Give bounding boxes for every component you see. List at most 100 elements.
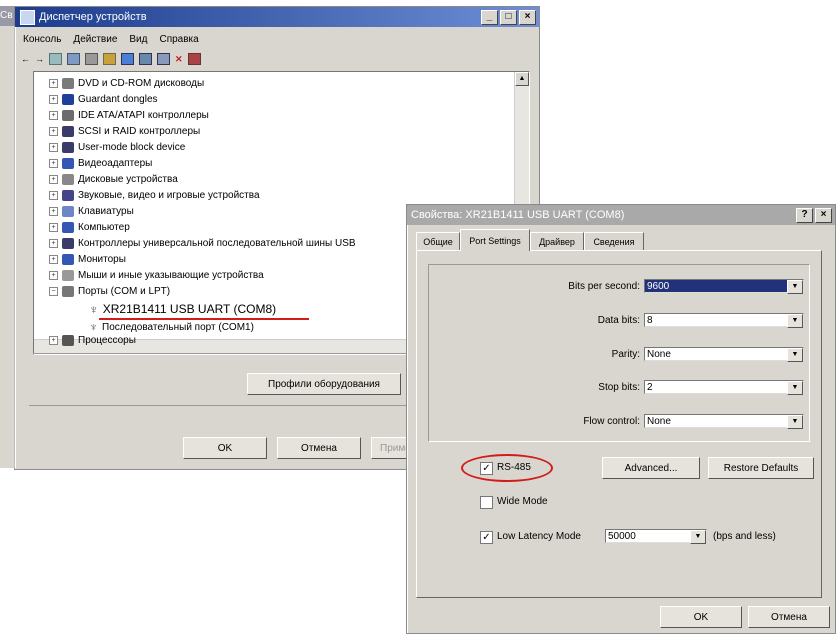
refresh-icon[interactable] <box>121 53 134 65</box>
tree-item[interactable]: + Звуковые, видео и игровые устройства <box>49 187 260 203</box>
expand-icon[interactable]: + <box>49 335 58 345</box>
expand-icon[interactable]: + <box>49 110 58 120</box>
help-icon[interactable] <box>103 53 116 65</box>
tree-item-label: Дисковые устройства <box>78 173 178 185</box>
menu-help[interactable]: Справка <box>159 34 198 45</box>
chevron-down-icon[interactable]: ▼ <box>787 415 803 429</box>
tree-item-processors[interactable]: + Процессоры <box>49 334 136 346</box>
device-manager-titlebar[interactable]: Диспетчер устройств _ □ × <box>15 7 539 27</box>
tab-driver[interactable]: Драйвер <box>530 232 584 251</box>
tab-general[interactable]: Общие <box>416 232 460 251</box>
back-arrow-icon[interactable]: ← <box>21 54 30 64</box>
tree-item[interactable]: + User-mode block device <box>49 139 185 155</box>
properties-cancel-button[interactable]: Отмена <box>748 606 830 628</box>
parity-label: Parity: <box>611 349 640 360</box>
chevron-down-icon[interactable]: ▼ <box>787 348 803 362</box>
ok-button[interactable]: OK <box>183 437 267 459</box>
help-button[interactable]: ? <box>796 207 813 223</box>
device-category-icon <box>62 189 74 201</box>
expand-icon[interactable]: + <box>49 238 58 248</box>
expand-icon[interactable]: + <box>49 142 58 152</box>
low-latency-checkbox[interactable]: ✓ <box>480 531 493 544</box>
background-window-title: Св <box>0 10 13 21</box>
expand-icon[interactable]: + <box>49 158 58 168</box>
low-latency-value: 50000 <box>608 531 636 542</box>
hardware-profiles-button[interactable]: Профили оборудования <box>247 373 401 395</box>
view-icon[interactable] <box>49 53 62 65</box>
update-driver-icon[interactable] <box>157 53 170 65</box>
expand-icon[interactable]: + <box>49 174 58 184</box>
tree-item[interactable]: + SCSI и RAID контроллеры <box>49 123 200 139</box>
wide-mode-checkbox[interactable] <box>480 496 493 509</box>
tree-item[interactable]: + DVD и CD-ROM дисководы <box>49 75 204 91</box>
device-manager-title: Диспетчер устройств <box>39 11 147 23</box>
expand-icon[interactable]: + <box>49 94 58 104</box>
tree-item[interactable]: + IDE ATA/ATAPI контроллеры <box>49 107 209 123</box>
port-child-com1[interactable]: ♆ Последовательный порт (COM1) <box>89 320 254 334</box>
forward-arrow-icon[interactable]: → <box>35 54 44 64</box>
expand-icon[interactable]: + <box>49 78 58 88</box>
device-category-icon <box>62 269 74 281</box>
tree-item[interactable]: + Компьютер <box>49 219 130 235</box>
tree-item-label: User-mode block device <box>78 141 186 153</box>
cancel-button[interactable]: Отмена <box>277 437 361 459</box>
expand-icon[interactable]: + <box>49 270 58 280</box>
bits-per-second-select[interactable]: 9600 ▼ <box>644 279 804 294</box>
device-category-icon <box>62 173 74 185</box>
close-button[interactable]: × <box>519 9 536 25</box>
maximize-button[interactable]: □ <box>500 9 517 25</box>
menu-action[interactable]: Действие <box>73 34 117 45</box>
expand-icon[interactable]: + <box>49 222 58 232</box>
stop-bits-label: Stop bits: <box>598 382 640 393</box>
low-latency-select[interactable]: 50000 ▼ <box>605 529 707 544</box>
uninstall-icon[interactable] <box>187 53 201 65</box>
minimize-button[interactable]: _ <box>481 9 498 25</box>
tree-item[interactable]: − Порты (COM и LPT) <box>49 283 170 299</box>
port-child-xr21[interactable]: ♆ XR21B1411 USB UART (COM8) <box>89 301 276 317</box>
advanced-button[interactable]: Advanced... <box>602 457 700 479</box>
chevron-down-icon[interactable]: ▼ <box>787 314 803 328</box>
flow-control-select[interactable]: None ▼ <box>644 414 804 429</box>
expand-icon[interactable]: + <box>49 206 58 216</box>
scroll-up-arrow[interactable]: ▲ <box>515 72 529 86</box>
menu-console[interactable]: Консоль <box>23 34 61 45</box>
expand-icon[interactable]: + <box>49 254 58 264</box>
tree-item[interactable]: + Мониторы <box>49 251 126 267</box>
device-category-icon <box>62 77 74 89</box>
chevron-down-icon[interactable]: ▼ <box>787 381 803 395</box>
properties-ok-button[interactable]: OK <box>660 606 742 628</box>
parity-value: None <box>647 349 671 360</box>
tree-item-label: Компьютер <box>78 221 130 233</box>
data-bits-select[interactable]: 8 ▼ <box>644 313 804 328</box>
expand-icon[interactable]: + <box>49 190 58 200</box>
parity-select[interactable]: None ▼ <box>644 347 804 362</box>
disable-icon[interactable]: ✕ <box>175 54 183 65</box>
rs485-checkbox[interactable]: ✓ <box>480 462 493 475</box>
tree-item[interactable]: + Дисковые устройства <box>49 171 178 187</box>
tree-item[interactable]: + Мыши и иные указывающие устройства <box>49 267 264 283</box>
chevron-down-icon[interactable]: ▼ <box>787 280 803 294</box>
tree-item[interactable]: + Guardant dongles <box>49 91 158 107</box>
tree-item[interactable]: + Контроллеры универсальной последователь… <box>49 235 356 251</box>
properties-icon[interactable] <box>67 53 80 65</box>
tree-item-label: Мыши и иные указывающие устройства <box>78 269 264 281</box>
properties-titlebar[interactable]: Свойства: XR21B1411 USB UART (COM8) ? × <box>407 205 835 225</box>
menu-view[interactable]: Вид <box>129 34 147 45</box>
expand-icon[interactable]: + <box>49 126 58 136</box>
device-category-icon <box>62 221 74 233</box>
device-category-icon <box>62 141 74 153</box>
tree-item-label: DVD и CD-ROM дисководы <box>78 77 205 89</box>
scan-hardware-icon[interactable] <box>139 53 152 65</box>
tree-item[interactable]: + Клавиатуры <box>49 203 134 219</box>
tab-port-settings[interactable]: Port Settings <box>460 229 530 251</box>
chevron-down-icon[interactable]: ▼ <box>690 530 706 544</box>
tab-details[interactable]: Сведения <box>584 232 644 251</box>
port-child-xr21-label: XR21B1411 USB UART (COM8) <box>102 302 277 316</box>
restore-defaults-button[interactable]: Restore Defaults <box>708 457 814 479</box>
tree-item[interactable]: + Видеоадаптеры <box>49 155 152 171</box>
print-icon[interactable] <box>85 53 98 65</box>
expand-icon[interactable]: − <box>49 286 58 296</box>
properties-close-button[interactable]: × <box>815 207 832 223</box>
stop-bits-select[interactable]: 2 ▼ <box>644 380 804 395</box>
port-icon: ♆ <box>89 301 99 317</box>
